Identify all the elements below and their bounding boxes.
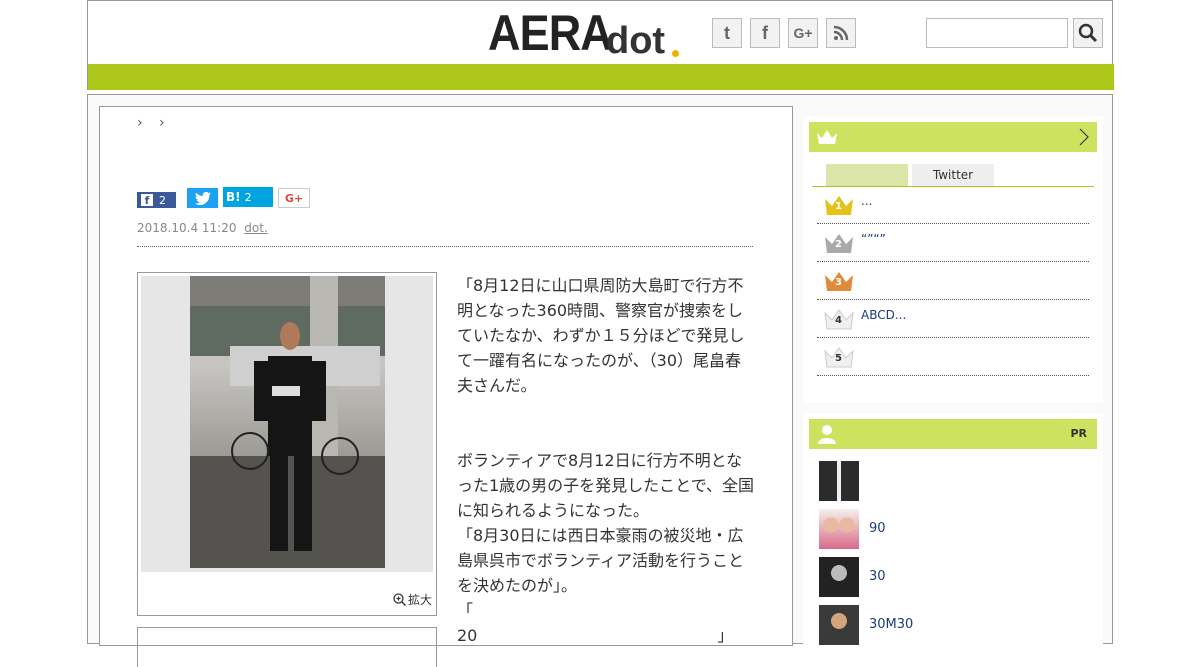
facebook-share-button[interactable]: f 2 [137,192,176,208]
twitter-icon[interactable]: t [712,18,742,48]
pr-widget: PR 90 30 30M30 [803,413,1103,653]
crown-icon [817,130,837,144]
rank-title[interactable]: ABCD... [861,308,906,322]
rank-number: 1 [835,201,842,212]
rank-number: 2 [835,239,842,250]
global-nav-bar [88,64,1114,90]
article: › › f 2 B! 2 G+ 2018.10.4 11:20 dot. 拡大 … [99,106,1082,667]
rss-icon[interactable] [826,18,856,48]
search-icon [1078,23,1098,43]
article-paragraph: 「 20 」 [457,601,1082,645]
ranking-item[interactable]: 1 ... [817,186,1089,224]
google-plus-share-button[interactable]: G+ [278,188,310,208]
site-header: AERA dot t f G+ [87,0,1114,90]
pr-item[interactable]: 30 [819,557,1099,597]
article-paragraph: ボランティアで8月12日に行方不明となった1歳の男の子を発見したことで、全国に知… [457,451,755,520]
pr-header: PR [809,419,1097,449]
rank-title[interactable]: “”“” [861,232,886,246]
logo-dot-text: dot [606,20,666,62]
pr-title[interactable]: 90 [869,521,886,536]
rank-number: 5 [835,353,842,364]
facebook-icon[interactable]: f [750,18,780,48]
tab-access-ranking[interactable] [826,164,908,186]
ranking-item[interactable]: 3 [817,262,1089,300]
page: AERA dot t f G+ › › f 2 B! 2 G+ 2018.10.… [87,0,1114,667]
ranking-item[interactable]: 2 “”“” [817,224,1089,262]
logo-aera-text: AERA [488,5,613,61]
search-input[interactable] [926,18,1068,48]
pr-thumbnail[interactable] [819,605,859,645]
pr-item[interactable]: 90 [819,509,1099,549]
article-paragraph: 「8月30日には西日本豪雨の被災地・広島県呉市でボランティア活動を行うことを決め… [457,526,745,595]
twitter-share-button[interactable] [187,188,218,208]
ranking-widget: Twitter 1 ... 2 “”“” 3 4 ABCD... 5 [803,116,1103,403]
ranking-header[interactable] [809,122,1097,152]
source-link[interactable]: dot. [244,221,267,235]
rank-title[interactable]: ... [861,194,872,208]
pr-thumbnail[interactable] [819,461,859,501]
ranking-item[interactable]: 4 ABCD... [817,300,1089,338]
article-dateline: 2018.10.4 11:20 dot. [137,221,268,235]
twitter-icon [194,191,211,205]
article-link-paragraph[interactable] [457,373,755,398]
hatena-count: 2 [244,190,252,204]
pr-item[interactable] [819,461,1099,501]
enlarge-label: 拡大 [407,593,432,607]
pr-title[interactable]: 30 [869,569,886,584]
photo-background [141,276,433,572]
ranking-item[interactable]: 5 [817,338,1089,376]
logo-dot-mark [672,50,679,57]
pr-thumbnail[interactable] [819,509,859,549]
site-logo[interactable]: AERA dot [488,7,688,63]
hatena-label: B! [226,190,241,204]
divider [137,246,753,247]
pr-thumbnail[interactable] [819,557,859,597]
rank-number: 3 [835,277,842,288]
rank-number: 4 [835,315,842,326]
article-photo[interactable] [190,276,385,568]
content-frame: › › f 2 B! 2 G+ 2018.10.4 11:20 dot. 拡大 … [87,94,1113,667]
article-photo-frame-2 [137,627,437,667]
chevron-right-icon [1079,128,1089,146]
zoom-in-icon [393,593,406,606]
facebook-share-count: 2 [159,193,166,207]
enlarge-button[interactable]: 拡大 [393,591,432,608]
breadcrumb[interactable]: › › [137,115,171,131]
google-plus-icon[interactable]: G+ [788,18,818,48]
article-photo-frame: 拡大 [137,272,437,616]
person-icon [818,425,836,444]
pr-label: PR [1070,427,1087,440]
hatena-bookmark-button[interactable]: B! 2 [223,187,273,207]
facebook-icon: f [141,194,153,207]
publish-date: 2018.10.4 11:20 [137,221,237,235]
search-button[interactable] [1073,18,1103,48]
pr-item[interactable]: 30M30 [819,605,1099,645]
tab-twitter-ranking[interactable]: Twitter [912,164,994,186]
